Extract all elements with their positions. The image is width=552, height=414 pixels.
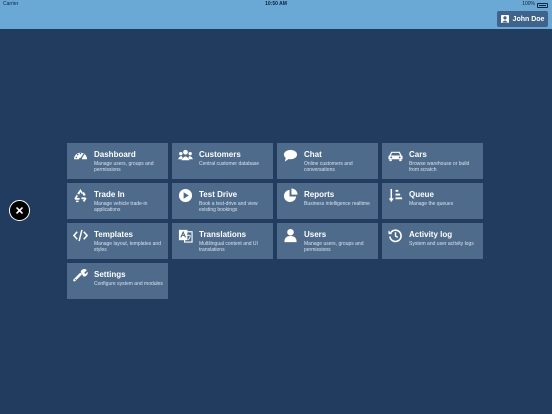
user-icon: [283, 228, 298, 243]
tile-title: Users: [304, 230, 327, 239]
user-icon: [500, 15, 509, 23]
tile-trade-in[interactable]: Trade In Manage vehicle trade-in applica…: [67, 183, 168, 219]
tile-description: Online customers and conversations: [304, 161, 353, 173]
tile-users[interactable]: Users Manage users, groups and permissio…: [277, 223, 378, 259]
battery-indicator: 100%: [522, 0, 548, 9]
tile-title: Trade In: [94, 190, 125, 199]
tile-description: Browse warehouse or build from scratch: [409, 161, 470, 173]
tile-description: Manage users, groups and permissions: [94, 161, 154, 173]
tile-chat[interactable]: Chat Online customers and conversations: [277, 143, 378, 179]
tile-description: Manage layout, templates and styles: [94, 241, 161, 253]
battery-icon: [537, 3, 548, 8]
tile-dashboard[interactable]: Dashboard Manage users, groups and permi…: [67, 143, 168, 179]
play-icon: [178, 188, 193, 203]
tile-title: Templates: [94, 230, 133, 239]
tile-description: Configure system and modules: [94, 281, 163, 287]
sort-icon: [388, 188, 403, 203]
tile-title: Queue: [409, 190, 434, 199]
tile-title: Cars: [409, 150, 427, 159]
tile-title: Settings: [94, 270, 126, 279]
tile-title: Reports: [304, 190, 335, 199]
recycle-icon: [73, 188, 88, 203]
tile-title: Chat: [304, 150, 322, 159]
status-bar: Carrier 10:50 AM 100%: [0, 0, 552, 9]
translate-icon: [178, 228, 193, 243]
tile-description: Manage users, groups and permissions: [304, 241, 364, 253]
dashboard-icon: [73, 148, 88, 163]
tile-queue[interactable]: Queue Manage the queues: [382, 183, 483, 219]
close-icon: [16, 207, 23, 214]
tile-title: Customers: [199, 150, 241, 159]
wrench-icon: [73, 268, 88, 283]
user-name: John Doe: [512, 15, 545, 23]
tile-cars[interactable]: Cars Browse warehouse or build from scra…: [382, 143, 483, 179]
tile-activity-log[interactable]: Activity log System and user activity lo…: [382, 223, 483, 259]
user-menu-button[interactable]: John Doe: [497, 11, 548, 27]
car-icon: [388, 148, 403, 163]
module-grid: Dashboard Manage users, groups and permi…: [67, 143, 483, 299]
tile-title: Activity log: [409, 230, 453, 239]
battery-percent: 100%: [522, 1, 535, 7]
tile-title: Test Drive: [199, 190, 238, 199]
tile-description: Book a test-drive and view existing book…: [199, 201, 258, 213]
tile-description: Manage the queues: [409, 201, 454, 207]
tile-settings[interactable]: Settings Configure system and modules: [67, 263, 168, 299]
tile-reports[interactable]: Reports Business intelligence realtime: [277, 183, 378, 219]
tile-translations[interactable]: Translations Multilingual content and UI…: [172, 223, 273, 259]
tile-description: Business intelligence realtime: [304, 201, 370, 207]
clock: 10:50 AM: [265, 1, 287, 7]
tile-templates[interactable]: Templates Manage layout, templates and s…: [67, 223, 168, 259]
tile-test-drive[interactable]: Test Drive Book a test-drive and view ex…: [172, 183, 273, 219]
pie-chart-icon: [283, 188, 298, 203]
close-button[interactable]: [9, 200, 30, 221]
tile-description: System and user activity logs: [409, 241, 474, 247]
users-icon: [178, 148, 193, 163]
tile-description: Multilingual content and UI translations: [199, 241, 258, 253]
tile-title: Dashboard: [94, 150, 136, 159]
tile-title: Translations: [199, 230, 247, 239]
tile-description: Manage vehicle trade-in applications: [94, 201, 148, 213]
history-icon: [388, 228, 403, 243]
tile-customers[interactable]: Customers Central customer database: [172, 143, 273, 179]
top-bar: John Doe: [0, 9, 552, 29]
chat-icon: [283, 148, 298, 163]
code-icon: [73, 228, 88, 243]
tile-description: Central customer database: [199, 161, 260, 167]
